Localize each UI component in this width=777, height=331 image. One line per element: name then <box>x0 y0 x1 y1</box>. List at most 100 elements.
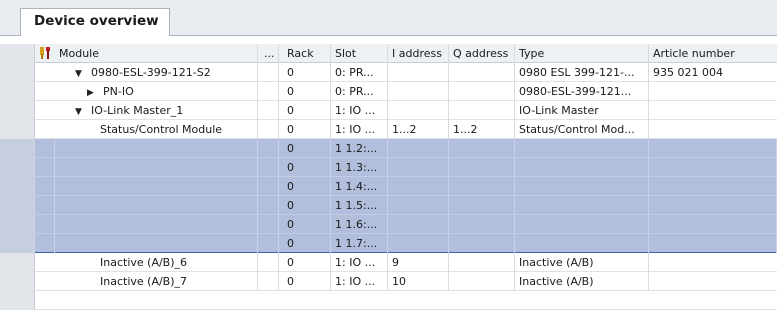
column-header-more[interactable]: ... <box>258 44 279 63</box>
type-cell[interactable]: IO-Link Master <box>515 101 649 120</box>
row-header-gutter[interactable] <box>0 139 35 158</box>
article-number-cell[interactable] <box>649 272 777 291</box>
q-address-cell[interactable] <box>449 63 515 82</box>
i-address-cell[interactable] <box>388 82 449 101</box>
i-address-cell[interactable] <box>388 234 449 253</box>
i-address-cell[interactable] <box>388 139 449 158</box>
rack-cell[interactable]: 0 <box>279 253 331 272</box>
article-number-cell[interactable] <box>649 215 777 234</box>
type-cell[interactable] <box>515 215 649 234</box>
q-address-cell[interactable] <box>449 196 515 215</box>
table-row[interactable]: ▼ 0980-ESL-399-121-S2 0 0: PR... 0980 ESL 39… <box>0 63 777 82</box>
row-header-gutter[interactable] <box>0 215 35 234</box>
slot-cell[interactable]: 1: IO ... <box>331 253 388 272</box>
table-row[interactable]: 01 1.7:... <box>0 234 777 253</box>
slot-cell[interactable]: 1: IO ... <box>331 120 388 139</box>
slot-cell[interactable]: 1 1.4:... <box>331 177 388 196</box>
column-header-module[interactable]: Module <box>55 44 258 63</box>
type-cell[interactable] <box>515 196 649 215</box>
row-header-gutter[interactable] <box>0 158 35 177</box>
row-header-gutter[interactable] <box>0 82 35 101</box>
slot-cell[interactable]: 1 1.5:... <box>331 196 388 215</box>
rack-cell[interactable]: 0 <box>279 139 331 158</box>
tools-icon[interactable] <box>39 46 52 60</box>
rack-cell[interactable]: 0 <box>279 101 331 120</box>
article-number-cell[interactable] <box>649 234 777 253</box>
table-row[interactable]: Status/Control Module 0 1: IO ... 1...2 1...… <box>0 120 777 139</box>
q-address-cell[interactable] <box>449 215 515 234</box>
rack-cell[interactable]: 0 <box>279 215 331 234</box>
i-address-cell[interactable] <box>388 215 449 234</box>
i-address-cell[interactable] <box>388 196 449 215</box>
i-address-cell[interactable]: 9 <box>388 253 449 272</box>
slot-cell[interactable]: 1 1.6:... <box>331 215 388 234</box>
i-address-cell[interactable] <box>388 63 449 82</box>
q-address-cell[interactable] <box>449 139 515 158</box>
slot-cell[interactable]: 1 1.7:... <box>331 234 388 253</box>
table-row[interactable]: 01 1.4:... <box>0 177 777 196</box>
module-cell[interactable]: Inactive (A/B)_6 <box>55 253 258 272</box>
rack-cell[interactable]: 0 <box>279 272 331 291</box>
table-row[interactable]: Inactive (A/B)_6 0 1: IO ... 9 Inactive (A/B… <box>0 253 777 272</box>
q-address-cell[interactable] <box>449 82 515 101</box>
table-row[interactable]: Inactive (A/B)_7 0 1: IO ... 10 Inactive (A/… <box>0 272 777 291</box>
rack-cell[interactable]: 0 <box>279 234 331 253</box>
table-row[interactable]: 01 1.2:... <box>0 139 777 158</box>
module-cell[interactable] <box>55 158 258 177</box>
article-number-cell[interactable]: 935 021 004 <box>649 63 777 82</box>
rack-cell[interactable]: 0 <box>279 196 331 215</box>
triangle-down-icon[interactable]: ▼ <box>75 103 85 120</box>
table-row[interactable]: 01 1.3:... <box>0 158 777 177</box>
slot-cell[interactable]: 0: PR... <box>331 82 388 101</box>
rack-cell[interactable]: 0 <box>279 120 331 139</box>
module-cell[interactable]: Inactive (A/B)_7 <box>55 272 258 291</box>
slot-cell[interactable]: 1 1.3:... <box>331 158 388 177</box>
slot-cell[interactable]: 1: IO ... <box>331 272 388 291</box>
article-number-cell[interactable] <box>649 101 777 120</box>
column-header-rack[interactable]: Rack <box>279 44 331 63</box>
i-address-cell[interactable]: 1...2 <box>388 120 449 139</box>
slot-cell[interactable]: 0: PR... <box>331 63 388 82</box>
type-cell[interactable]: Status/Control Mod... <box>515 120 649 139</box>
q-address-cell[interactable] <box>449 158 515 177</box>
column-header-i-address[interactable]: I address <box>388 44 449 63</box>
row-header-gutter[interactable] <box>0 177 35 196</box>
type-cell[interactable]: Inactive (A/B) <box>515 272 649 291</box>
type-cell[interactable]: 0980 ESL 399-121-... <box>515 63 649 82</box>
type-cell[interactable] <box>515 158 649 177</box>
module-cell[interactable] <box>55 177 258 196</box>
article-number-cell[interactable] <box>649 196 777 215</box>
q-address-cell[interactable] <box>449 101 515 120</box>
q-address-cell[interactable] <box>449 272 515 291</box>
article-number-cell[interactable] <box>649 253 777 272</box>
table-row[interactable]: ▶ PN-IO 0 0: PR... 0980-ESL-399-121... <box>0 82 777 101</box>
article-number-cell[interactable] <box>649 139 777 158</box>
i-address-cell[interactable] <box>388 177 449 196</box>
article-number-cell[interactable] <box>649 177 777 196</box>
header-tool-cell[interactable] <box>35 44 55 63</box>
type-cell[interactable]: 0980-ESL-399-121... <box>515 82 649 101</box>
i-address-cell[interactable]: 10 <box>388 272 449 291</box>
rack-cell[interactable]: 0 <box>279 63 331 82</box>
slot-cell[interactable]: 1: IO ... <box>331 101 388 120</box>
module-cell[interactable] <box>55 196 258 215</box>
rack-cell[interactable]: 0 <box>279 158 331 177</box>
row-header-gutter[interactable] <box>0 63 35 82</box>
type-cell[interactable]: Inactive (A/B) <box>515 253 649 272</box>
type-cell[interactable] <box>515 177 649 196</box>
triangle-down-icon[interactable]: ▼ <box>75 65 85 82</box>
article-number-cell[interactable] <box>649 158 777 177</box>
table-row[interactable]: 01 1.5:... <box>0 196 777 215</box>
triangle-right-icon[interactable]: ▶ <box>87 84 97 101</box>
article-number-cell[interactable] <box>649 82 777 101</box>
table-row[interactable]: 01 1.6:... <box>0 215 777 234</box>
i-address-cell[interactable] <box>388 158 449 177</box>
tab-device-overview[interactable]: Device overview <box>20 8 170 36</box>
q-address-cell[interactable] <box>449 177 515 196</box>
module-cell[interactable] <box>55 139 258 158</box>
module-cell[interactable] <box>55 215 258 234</box>
article-number-cell[interactable] <box>649 120 777 139</box>
column-header-article-number[interactable]: Article number <box>649 44 777 63</box>
q-address-cell[interactable] <box>449 234 515 253</box>
module-cell[interactable] <box>55 234 258 253</box>
